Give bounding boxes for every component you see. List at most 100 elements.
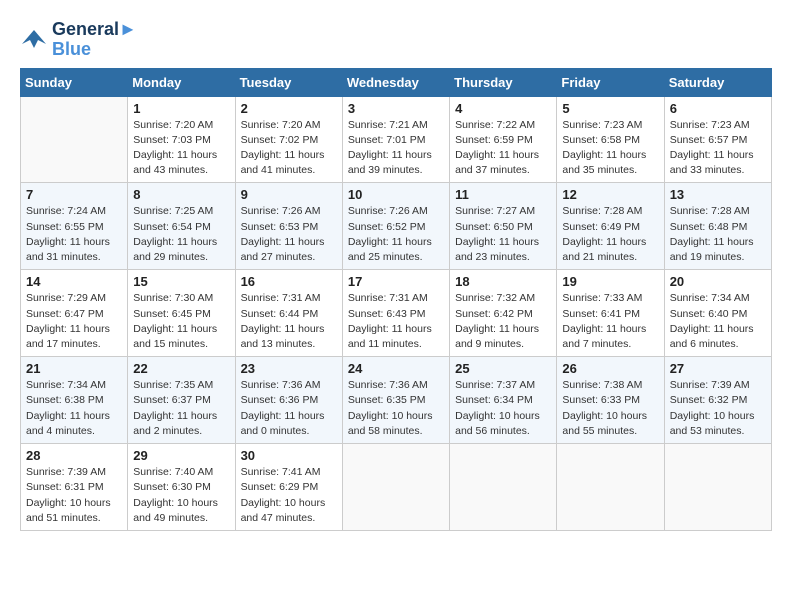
calendar-cell: 9 Sunrise: 7:26 AMSunset: 6:53 PMDaylight… xyxy=(235,183,342,270)
calendar-cell: 5 Sunrise: 7:23 AMSunset: 6:58 PMDaylight… xyxy=(557,96,664,183)
calendar-cell: 7 Sunrise: 7:24 AMSunset: 6:55 PMDaylight… xyxy=(21,183,128,270)
day-number: 19 xyxy=(562,274,658,289)
page-header: General► Blue xyxy=(20,20,772,60)
weekday-header: Friday xyxy=(557,68,664,96)
calendar-table: SundayMondayTuesdayWednesdayThursdayFrid… xyxy=(20,68,772,531)
calendar-cell: 26 Sunrise: 7:38 AMSunset: 6:33 PMDayligh… xyxy=(557,357,664,444)
day-number: 30 xyxy=(241,448,337,463)
calendar-cell: 30 Sunrise: 7:41 AMSunset: 6:29 PMDayligh… xyxy=(235,444,342,531)
logo: General► Blue xyxy=(20,20,137,60)
day-info: Sunrise: 7:25 AMSunset: 6:54 PMDaylight:… xyxy=(133,204,229,265)
calendar-cell xyxy=(664,444,771,531)
calendar-cell xyxy=(450,444,557,531)
weekday-header: Monday xyxy=(128,68,235,96)
calendar-cell: 2 Sunrise: 7:20 AMSunset: 7:02 PMDaylight… xyxy=(235,96,342,183)
calendar-cell xyxy=(557,444,664,531)
day-number: 12 xyxy=(562,187,658,202)
day-info: Sunrise: 7:31 AMSunset: 6:44 PMDaylight:… xyxy=(241,291,337,352)
day-info: Sunrise: 7:34 AMSunset: 6:40 PMDaylight:… xyxy=(670,291,766,352)
day-number: 29 xyxy=(133,448,229,463)
calendar-cell: 17 Sunrise: 7:31 AMSunset: 6:43 PMDayligh… xyxy=(342,270,449,357)
day-info: Sunrise: 7:31 AMSunset: 6:43 PMDaylight:… xyxy=(348,291,444,352)
day-info: Sunrise: 7:35 AMSunset: 6:37 PMDaylight:… xyxy=(133,378,229,439)
day-info: Sunrise: 7:26 AMSunset: 6:53 PMDaylight:… xyxy=(241,204,337,265)
calendar-cell: 23 Sunrise: 7:36 AMSunset: 6:36 PMDayligh… xyxy=(235,357,342,444)
day-info: Sunrise: 7:22 AMSunset: 6:59 PMDaylight:… xyxy=(455,118,551,179)
day-info: Sunrise: 7:20 AMSunset: 7:02 PMDaylight:… xyxy=(241,118,337,179)
calendar-cell: 14Sunrise: 7:29 AMSunset: 6:47 PMDayligh… xyxy=(21,270,128,357)
day-number: 28 xyxy=(26,448,122,463)
day-info: Sunrise: 7:27 AMSunset: 6:50 PMDaylight:… xyxy=(455,204,551,265)
calendar-cell xyxy=(21,96,128,183)
weekday-header: Thursday xyxy=(450,68,557,96)
calendar-cell xyxy=(342,444,449,531)
day-number: 8 xyxy=(133,187,229,202)
day-number: 13 xyxy=(670,187,766,202)
day-number: 2 xyxy=(241,101,337,116)
calendar-cell: 20Sunrise: 7:34 AMSunset: 6:40 PMDayligh… xyxy=(664,270,771,357)
day-number: 24 xyxy=(348,361,444,376)
day-info: Sunrise: 7:23 AMSunset: 6:57 PMDaylight:… xyxy=(670,118,766,179)
calendar-cell: 29 Sunrise: 7:40 AMSunset: 6:30 PMDayligh… xyxy=(128,444,235,531)
day-number: 17 xyxy=(348,274,444,289)
calendar-cell: 25 Sunrise: 7:37 AMSunset: 6:34 PMDayligh… xyxy=(450,357,557,444)
day-number: 1 xyxy=(133,101,229,116)
logo-icon xyxy=(20,26,48,54)
calendar-cell: 15Sunrise: 7:30 AMSunset: 6:45 PMDayligh… xyxy=(128,270,235,357)
day-number: 21 xyxy=(26,361,122,376)
weekday-header: Wednesday xyxy=(342,68,449,96)
calendar-cell: 4 Sunrise: 7:22 AMSunset: 6:59 PMDaylight… xyxy=(450,96,557,183)
day-info: Sunrise: 7:28 AMSunset: 6:48 PMDaylight:… xyxy=(670,204,766,265)
calendar-cell: 12 Sunrise: 7:28 AMSunset: 6:49 PMDayligh… xyxy=(557,183,664,270)
day-number: 6 xyxy=(670,101,766,116)
day-info: Sunrise: 7:23 AMSunset: 6:58 PMDaylight:… xyxy=(562,118,658,179)
day-info: Sunrise: 7:32 AMSunset: 6:42 PMDaylight:… xyxy=(455,291,551,352)
calendar-cell: 22 Sunrise: 7:35 AMSunset: 6:37 PMDayligh… xyxy=(128,357,235,444)
day-info: Sunrise: 7:36 AMSunset: 6:35 PMDaylight:… xyxy=(348,378,444,439)
day-number: 14 xyxy=(26,274,122,289)
day-info: Sunrise: 7:26 AMSunset: 6:52 PMDaylight:… xyxy=(348,204,444,265)
day-number: 11 xyxy=(455,187,551,202)
calendar-cell: 1 Sunrise: 7:20 AMSunset: 7:03 PMDaylight… xyxy=(128,96,235,183)
day-number: 10 xyxy=(348,187,444,202)
logo-text: General► Blue xyxy=(52,20,137,60)
day-info: Sunrise: 7:38 AMSunset: 6:33 PMDaylight:… xyxy=(562,378,658,439)
calendar-cell: 19Sunrise: 7:33 AMSunset: 6:41 PMDayligh… xyxy=(557,270,664,357)
day-number: 9 xyxy=(241,187,337,202)
calendar-cell: 10 Sunrise: 7:26 AMSunset: 6:52 PMDayligh… xyxy=(342,183,449,270)
day-info: Sunrise: 7:24 AMSunset: 6:55 PMDaylight:… xyxy=(26,204,122,265)
calendar-cell: 8 Sunrise: 7:25 AMSunset: 6:54 PMDaylight… xyxy=(128,183,235,270)
day-number: 16 xyxy=(241,274,337,289)
day-info: Sunrise: 7:37 AMSunset: 6:34 PMDaylight:… xyxy=(455,378,551,439)
day-number: 22 xyxy=(133,361,229,376)
day-number: 25 xyxy=(455,361,551,376)
calendar-cell: 18 Sunrise: 7:32 AMSunset: 6:42 PMDayligh… xyxy=(450,270,557,357)
day-info: Sunrise: 7:41 AMSunset: 6:29 PMDaylight:… xyxy=(241,465,337,526)
calendar-cell: 27Sunrise: 7:39 AMSunset: 6:32 PMDayligh… xyxy=(664,357,771,444)
day-info: Sunrise: 7:20 AMSunset: 7:03 PMDaylight:… xyxy=(133,118,229,179)
day-number: 7 xyxy=(26,187,122,202)
day-info: Sunrise: 7:40 AMSunset: 6:30 PMDaylight:… xyxy=(133,465,229,526)
day-info: Sunrise: 7:39 AMSunset: 6:31 PMDaylight:… xyxy=(26,465,122,526)
weekday-header: Tuesday xyxy=(235,68,342,96)
calendar-header: SundayMondayTuesdayWednesdayThursdayFrid… xyxy=(21,68,772,96)
day-number: 15 xyxy=(133,274,229,289)
day-number: 18 xyxy=(455,274,551,289)
day-number: 3 xyxy=(348,101,444,116)
calendar-cell: 13 Sunrise: 7:28 AMSunset: 6:48 PMDayligh… xyxy=(664,183,771,270)
calendar-cell: 28 Sunrise: 7:39 AMSunset: 6:31 PMDayligh… xyxy=(21,444,128,531)
day-number: 4 xyxy=(455,101,551,116)
weekday-header: Sunday xyxy=(21,68,128,96)
day-info: Sunrise: 7:39 AMSunset: 6:32 PMDaylight:… xyxy=(670,378,766,439)
calendar-cell: 6 Sunrise: 7:23 AMSunset: 6:57 PMDaylight… xyxy=(664,96,771,183)
day-number: 23 xyxy=(241,361,337,376)
day-info: Sunrise: 7:28 AMSunset: 6:49 PMDaylight:… xyxy=(562,204,658,265)
calendar-cell: 11 Sunrise: 7:27 AMSunset: 6:50 PMDayligh… xyxy=(450,183,557,270)
day-number: 5 xyxy=(562,101,658,116)
day-info: Sunrise: 7:36 AMSunset: 6:36 PMDaylight:… xyxy=(241,378,337,439)
day-info: Sunrise: 7:21 AMSunset: 7:01 PMDaylight:… xyxy=(348,118,444,179)
weekday-header: Saturday xyxy=(664,68,771,96)
day-number: 26 xyxy=(562,361,658,376)
calendar-cell: 3 Sunrise: 7:21 AMSunset: 7:01 PMDaylight… xyxy=(342,96,449,183)
calendar-cell: 24 Sunrise: 7:36 AMSunset: 6:35 PMDayligh… xyxy=(342,357,449,444)
